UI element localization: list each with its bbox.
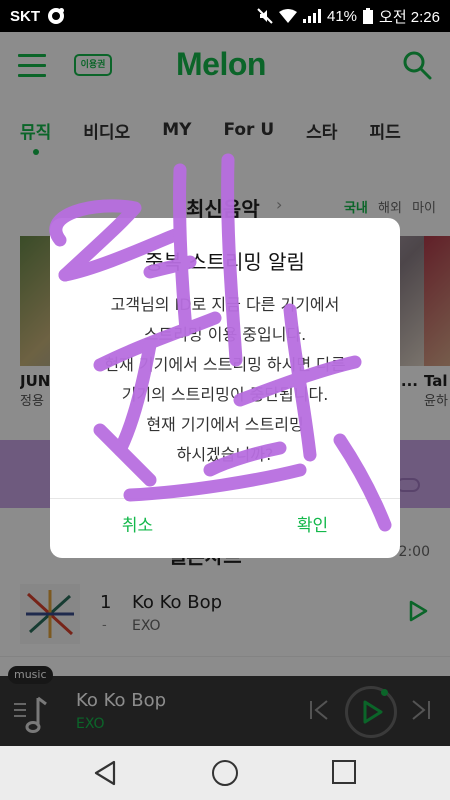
confirm-button[interactable]: 확인	[225, 506, 400, 546]
home-icon[interactable]	[212, 760, 238, 786]
dialog-line: 고객님의 ID로 지금 다른 기기에서	[110, 295, 340, 314]
dialog-title: 중복 스트리밍 알림	[145, 250, 305, 274]
dialog-line: 현재 기기에서 스트리밍	[146, 415, 304, 434]
status-bar: SKT 41% 오전 2:26	[0, 0, 450, 32]
battery-percent: 41%	[327, 7, 358, 25]
system-nav-bar	[0, 746, 450, 800]
dialog-line: 기기의 스트리밍이 중단됩니다.	[121, 385, 329, 404]
mute-icon	[257, 8, 273, 24]
notification-icon	[48, 8, 64, 24]
wifi-icon	[279, 9, 297, 23]
carrier-label: SKT	[10, 7, 40, 25]
dialog-line: 스트리밍 이용 중입니다.	[143, 325, 307, 344]
dialog-line: 하시겠습니까?	[176, 445, 274, 464]
clock: 오전 2:26	[379, 8, 440, 26]
dialog-divider	[50, 498, 400, 499]
recent-apps-icon[interactable]	[332, 760, 356, 784]
battery-icon	[363, 8, 374, 24]
duplicate-streaming-dialog: 중복 스트리밍 알림 고객님의 ID로 지금 다른 기기에서 스트리밍 이용 중…	[50, 218, 400, 558]
cancel-button[interactable]: 취소	[50, 506, 225, 546]
dialog-line: 현재 기기에서 스트리밍 하시면 다른	[104, 355, 346, 374]
signal-icon	[303, 9, 321, 23]
dialog-message: 고객님의 ID로 지금 다른 기기에서 스트리밍 이용 중입니다. 현재 기기에…	[70, 290, 380, 470]
back-icon[interactable]	[92, 760, 118, 786]
